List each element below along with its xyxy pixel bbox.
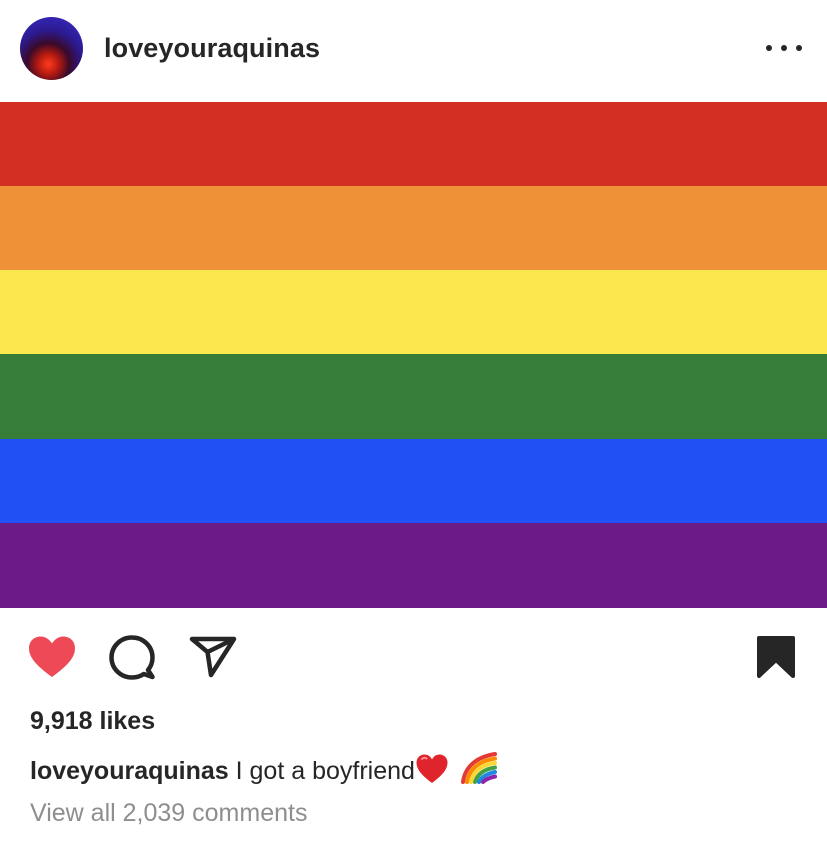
view-all-comments-link[interactable]: View all 2,039 comments (30, 797, 307, 829)
flag-stripe-blue (0, 439, 827, 524)
caption-username[interactable]: loveyouraquinas (30, 757, 229, 785)
caption: loveyouraquinas I got a boyfriend (30, 751, 498, 788)
heart-filled-icon[interactable] (27, 635, 77, 679)
caption-text: I got a boyfriend (235, 757, 415, 785)
more-options-button[interactable] (762, 33, 806, 63)
post-actions (0, 610, 827, 700)
more-dot (781, 45, 787, 51)
rainbow-emoji (460, 752, 497, 784)
bookmark-filled-icon[interactable] (756, 635, 796, 679)
red-heart-emoji (416, 754, 448, 783)
flag-stripe-orange (0, 186, 827, 271)
flag-stripe-yellow (0, 270, 827, 355)
avatar[interactable] (20, 17, 83, 80)
post-image[interactable] (0, 102, 827, 608)
flag-stripe-red (0, 102, 827, 187)
post-username[interactable]: loveyouraquinas (104, 30, 320, 66)
more-dot (766, 45, 772, 51)
flag-stripe-purple (0, 523, 827, 608)
flag-stripe-green (0, 354, 827, 439)
more-dot (796, 45, 802, 51)
post-header: loveyouraquinas (0, 0, 827, 102)
comment-icon[interactable] (108, 634, 156, 680)
paper-plane-icon[interactable] (189, 635, 237, 679)
likes-count[interactable]: 9,918 likes (30, 705, 155, 737)
